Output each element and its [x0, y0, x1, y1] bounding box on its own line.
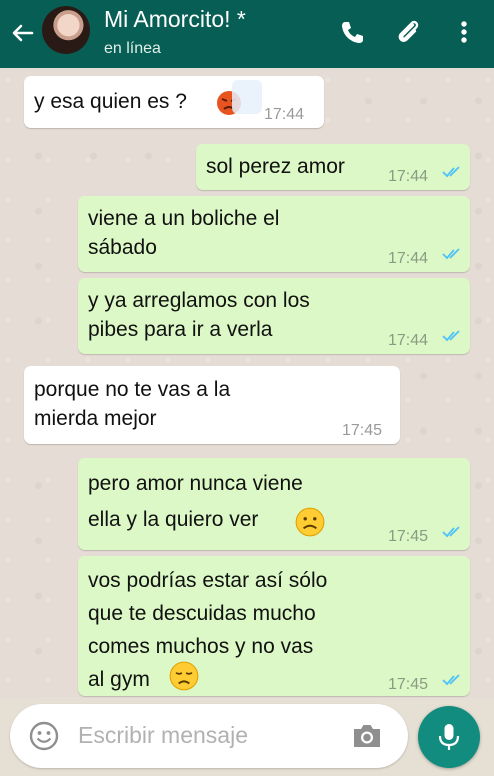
microphone-icon: [438, 724, 460, 750]
contact-name[interactable]: Mi Amorcito! *: [104, 6, 246, 33]
message-time: 17:44: [264, 106, 305, 123]
more-vert-icon[interactable]: [448, 16, 480, 48]
message-text: y ya arreglamos con los pibes para ir a …: [88, 289, 310, 341]
message-text: porque no te vas a la mierda mejor: [34, 378, 231, 430]
message-time: 17:44: [388, 168, 429, 185]
smiley-icon[interactable]: [28, 720, 60, 752]
contact-status: en línea: [104, 40, 161, 57]
message-outgoing[interactable]: vos podrías estar así sólo que te descui…: [78, 556, 470, 696]
message-text: sol perez amor: [206, 155, 345, 178]
message-text: y esa quien es ?: [34, 90, 187, 113]
message-outgoing[interactable]: pero amor nunca viene ella y la quiero v…: [78, 458, 470, 550]
disappointed-face-icon: [169, 661, 199, 691]
message-composer[interactable]: Escribir mensaje: [10, 704, 408, 768]
message-text: vos podrías estar así sólo que te descui…: [88, 569, 328, 691]
message-outgoing[interactable]: viene a un boliche el sábado 17:44: [78, 196, 470, 272]
arrow-left-icon[interactable]: [8, 18, 38, 48]
message-input[interactable]: Escribir mensaje: [78, 722, 248, 749]
avatar[interactable]: [42, 6, 90, 54]
double-check-icon: [442, 166, 460, 178]
phone-icon[interactable]: [336, 16, 368, 48]
message-text: viene a un boliche el sábado: [88, 207, 280, 259]
message-text: pero amor nunca viene ella y la quiero v…: [88, 472, 303, 531]
chat-header: Mi Amorcito! * en línea: [0, 0, 494, 68]
frowning-face-icon: [295, 507, 325, 537]
message-incoming[interactable]: porque no te vas a la mierda mejor 17:45: [24, 366, 400, 444]
message-list[interactable]: y esa quien es ? 17:44 sol perez amor 17…: [0, 68, 494, 698]
double-check-icon: [442, 526, 460, 538]
message-time: 17:45: [342, 422, 383, 439]
message-time: 17:44: [388, 250, 429, 267]
microphone-button[interactable]: [418, 706, 480, 768]
double-check-icon: [442, 330, 460, 342]
double-check-icon: [442, 674, 460, 686]
double-check-icon: [442, 248, 460, 260]
message-outgoing[interactable]: sol perez amor 17:44: [196, 144, 470, 190]
paperclip-icon[interactable]: [392, 16, 424, 48]
message-time: 17:45: [388, 528, 429, 545]
sticker-placeholder: [232, 80, 262, 114]
message-incoming[interactable]: y esa quien es ? 17:44: [24, 76, 324, 128]
message-outgoing[interactable]: y ya arreglamos con los pibes para ir a …: [78, 278, 470, 354]
camera-icon[interactable]: [350, 720, 384, 752]
message-time: 17:45: [388, 676, 429, 693]
message-time: 17:44: [388, 332, 429, 349]
